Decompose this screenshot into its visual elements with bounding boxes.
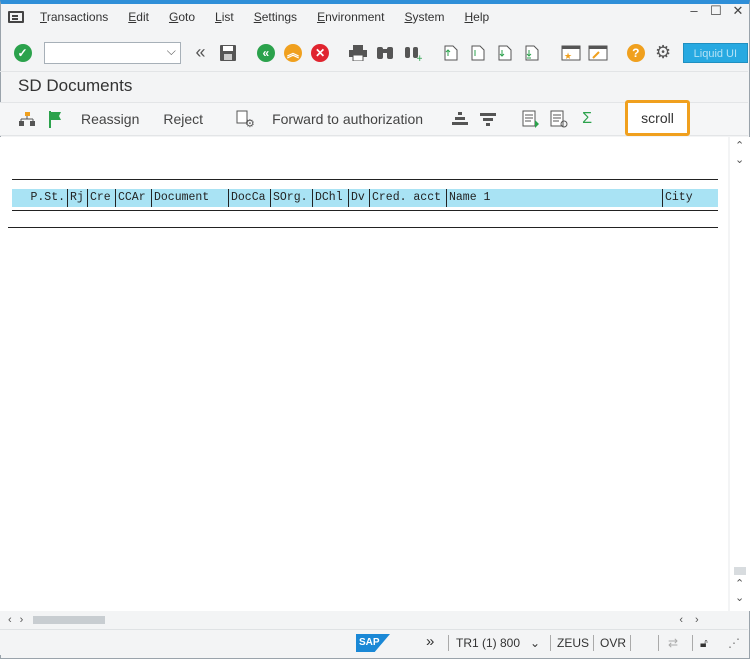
menu-edit[interactable]: Edit [128, 10, 149, 24]
column-header[interactable]: DocCa [229, 189, 271, 207]
insert-mode[interactable]: OVR [600, 636, 626, 650]
column-header[interactable]: Rj [68, 189, 88, 207]
column-header[interactable]: Name 1 [447, 189, 663, 207]
status-bar: SAP » TR1 (1) 800 ⌄ ZEUS OVR ⇄ 🔓︎ ⋰ [0, 629, 748, 655]
horizontal-scrollbar[interactable]: ‹ › ‹ › [0, 611, 748, 629]
sum-icon[interactable]: Σ [576, 108, 598, 130]
back-icon[interactable]: « [255, 42, 276, 64]
find-icon[interactable] [375, 42, 396, 64]
scroll-up-bottom-icon[interactable]: ⌃ [735, 577, 744, 590]
find-next-icon[interactable]: + [402, 42, 423, 64]
print-icon[interactable] [348, 42, 369, 64]
column-header[interactable]: Dv [349, 189, 370, 207]
status-divider [692, 635, 693, 651]
standard-toolbar: ✓ « « ︽ ✕ + ★ ? ⚙ Liquid UI [0, 34, 749, 72]
column-header-row: P.St. Rj Cre CCAr Document DocCa SOrg. D… [12, 189, 718, 207]
status-divider [550, 635, 551, 651]
menu-settings[interactable]: Settings [254, 10, 297, 24]
scroll-down-bottom-icon[interactable]: ⌄ [735, 591, 744, 604]
last-page-icon[interactable] [522, 42, 543, 64]
report-divider [8, 227, 718, 228]
svg-text:+: + [416, 54, 422, 61]
scroll-right-icon[interactable]: › [20, 614, 24, 626]
enter-icon[interactable]: ✓ [12, 42, 33, 64]
menu-environment[interactable]: Environment [317, 10, 384, 24]
horizontal-scroll-thumb[interactable] [33, 616, 106, 624]
command-field[interactable] [44, 41, 181, 64]
sap-logo: SAP [356, 634, 390, 652]
column-header[interactable]: P.St. [12, 189, 68, 207]
column-header[interactable]: DChl [313, 189, 349, 207]
exit-icon[interactable]: ︽ [282, 42, 303, 64]
help-icon[interactable]: ? [625, 42, 646, 64]
column-header[interactable]: Cre [88, 189, 116, 207]
menu-goto[interactable]: Goto [169, 10, 195, 24]
resize-grip-icon[interactable]: ⋰ [728, 636, 740, 650]
scroll-right-end-icon[interactable]: › [695, 614, 699, 626]
server-name: ZEUS [557, 636, 590, 650]
first-page-icon[interactable] [440, 42, 461, 64]
flag-icon[interactable] [44, 108, 66, 130]
system-info[interactable]: TR1 (1) 800 [456, 636, 520, 650]
shortcut-icon[interactable] [587, 42, 608, 64]
window-controls: – ☐ ✕ [688, 4, 744, 17]
scroll-left-end-icon[interactable]: ‹ [679, 614, 683, 626]
report-icon[interactable] [548, 108, 570, 130]
report-header: P.St. Rj Cre CCAr Document DocCa SOrg. D… [12, 179, 718, 211]
menu-icon[interactable] [8, 11, 24, 23]
previous-page-icon[interactable] [467, 42, 488, 64]
status-divider [658, 635, 659, 651]
scroll-button[interactable]: scroll [625, 100, 690, 136]
lock-icon[interactable]: 🔓︎ [700, 636, 708, 651]
menu-bar: Transactions Edit Goto List Settings Env… [0, 4, 748, 30]
column-header[interactable]: City [663, 189, 716, 207]
scroll-up-icon[interactable]: ⌃ [735, 139, 744, 152]
gear-icon[interactable]: ⚙ [652, 42, 673, 64]
svg-text:★: ★ [564, 52, 572, 62]
menu-help[interactable]: Help [464, 10, 489, 24]
column-header[interactable]: Cred. acct [370, 189, 447, 207]
forward-authorization-button[interactable]: Forward to authorization [272, 111, 423, 127]
maximize-icon[interactable]: ☐ [710, 4, 722, 17]
reassign-button[interactable]: Reassign [81, 111, 139, 127]
create-session-icon[interactable]: ★ [560, 42, 581, 64]
vertical-scroll-thumb[interactable] [734, 567, 746, 575]
status-expand-icon[interactable]: » [426, 633, 434, 650]
liquid-ui-button[interactable]: Liquid UI [682, 42, 749, 63]
menu-system[interactable]: System [404, 10, 444, 24]
vertical-scrollbar[interactable]: ⌃ ⌄ ⌃ ⌄ [730, 137, 750, 611]
system-dropdown-icon[interactable]: ⌄ [530, 636, 540, 650]
hierarchy-icon[interactable] [16, 108, 38, 130]
cancel-icon[interactable]: ✕ [310, 42, 331, 64]
scroll-left-icon[interactable]: ‹ [8, 614, 12, 626]
next-page-icon[interactable] [495, 42, 516, 64]
connection-icon: ⇄ [668, 636, 679, 650]
svg-text:⚙: ⚙ [245, 117, 255, 128]
scroll-down-icon[interactable]: ⌄ [735, 153, 744, 166]
menu-list[interactable]: List [215, 10, 234, 24]
layout-icon[interactable] [520, 108, 542, 130]
save-icon[interactable] [217, 42, 238, 64]
close-icon[interactable]: ✕ [732, 4, 744, 17]
double-chevron-left-icon[interactable]: « [190, 42, 211, 64]
forward-settings-icon[interactable]: ⚙ [235, 108, 257, 130]
column-header[interactable]: SOrg. [271, 189, 313, 207]
filter-icon[interactable] [477, 108, 499, 130]
minimize-icon[interactable]: – [688, 4, 700, 17]
reject-button[interactable]: Reject [163, 111, 203, 127]
status-divider [448, 635, 449, 651]
column-header[interactable]: Document [152, 189, 229, 207]
status-divider [593, 635, 594, 651]
status-divider [630, 635, 631, 651]
menu-transactions[interactable]: Transactions [40, 10, 108, 24]
column-header[interactable]: CCAr [116, 189, 152, 207]
sort-ascending-icon[interactable] [449, 108, 471, 130]
page-title: SD Documents [18, 76, 133, 95]
